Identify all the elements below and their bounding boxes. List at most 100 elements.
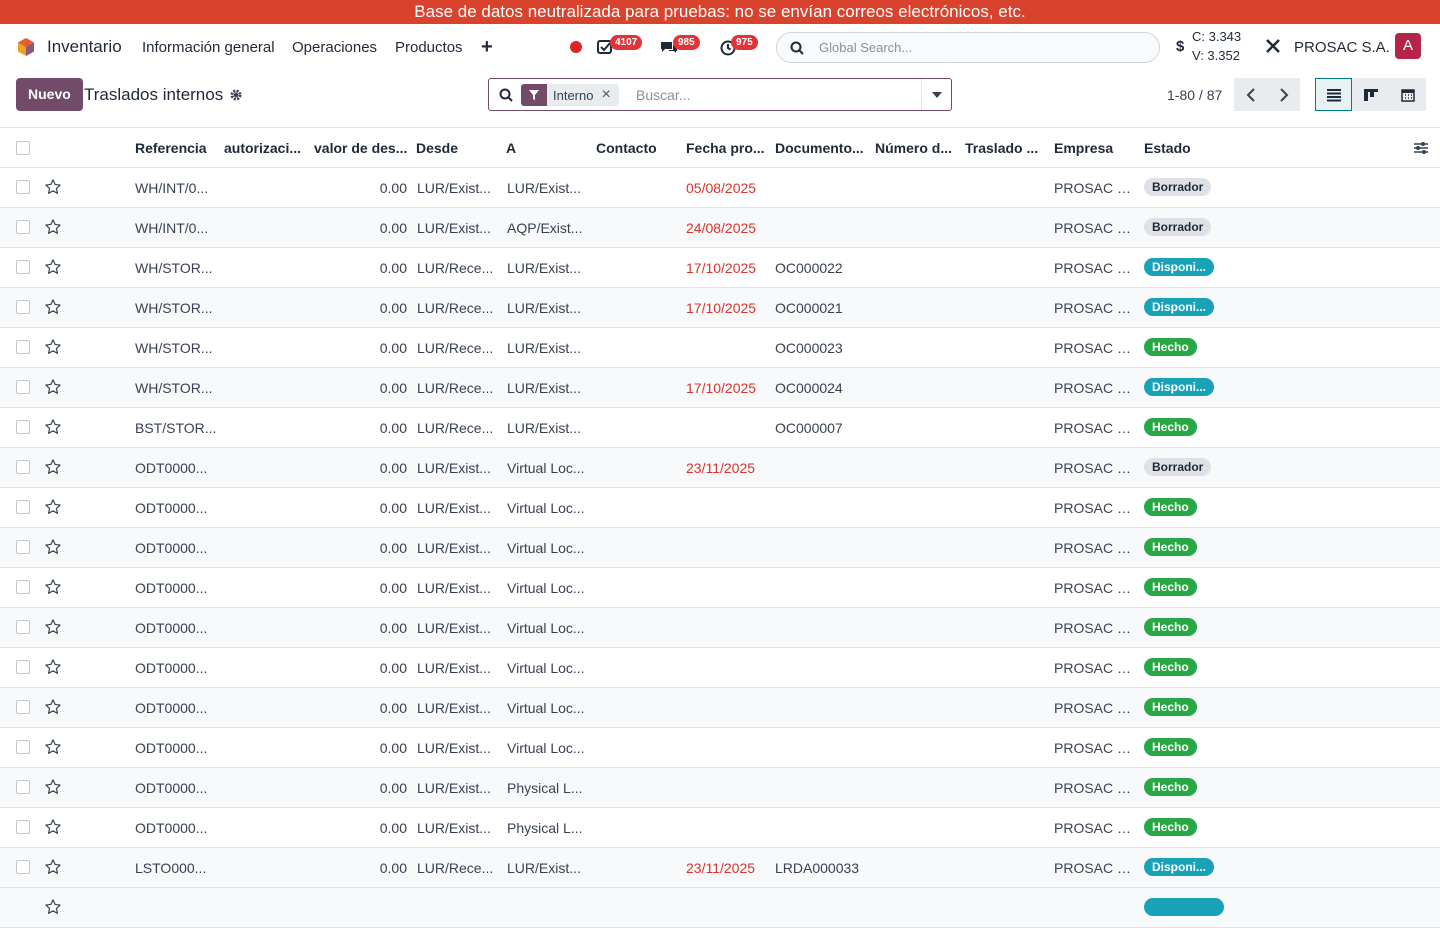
recording-dot-icon[interactable] (570, 41, 582, 53)
column-header[interactable]: Estado (1144, 140, 1228, 156)
table-row[interactable]: LSTO000... 0.00 LUR/Rece... LUR/Exist... 23/… (0, 848, 1440, 888)
row-checkbox[interactable] (16, 180, 30, 194)
cell-reference: WH/INT/0... (135, 220, 209, 236)
inventory-app-icon[interactable] (16, 37, 36, 57)
global-search-input[interactable]: Global Search... (776, 32, 1160, 63)
pager-previous-button[interactable] (1234, 78, 1267, 111)
row-checkbox[interactable] (16, 220, 30, 234)
table-row[interactable]: ODT0000... 0.00 LUR/Exist... Virtual Loc...… (0, 488, 1440, 528)
menu-informacion-general[interactable]: Información general (142, 39, 275, 56)
table-row[interactable]: WH/STOR... 0.00 LUR/Rece... LUR/Exist... 17/… (0, 248, 1440, 288)
star-icon[interactable] (44, 258, 62, 279)
table-row[interactable]: ODT0000... 0.00 LUR/Exist... Physical L... P… (0, 808, 1440, 848)
table-row[interactable]: ODT0000... 0.00 LUR/Exist... Virtual Loc...… (0, 528, 1440, 568)
table-row[interactable]: ODT0000... 0.00 LUR/Exist... Virtual Loc...… (0, 608, 1440, 648)
star-icon[interactable] (44, 778, 62, 799)
search-options-dropdown[interactable] (921, 79, 951, 110)
plus-icon[interactable]: + (481, 36, 493, 59)
row-checkbox[interactable] (16, 620, 30, 634)
star-icon[interactable] (44, 578, 62, 599)
company-switcher[interactable]: PROSAC S.A. (1294, 39, 1390, 56)
column-header[interactable]: Documento... (775, 140, 867, 156)
table-row[interactable]: BST/STOR... 0.00 LUR/Rece... LUR/Exist... OC… (0, 408, 1440, 448)
app-name[interactable]: Inventario (47, 37, 122, 57)
list-view-button[interactable] (1315, 78, 1352, 111)
table-row[interactable]: ODT0000... 0.00 LUR/Exist... Virtual Loc...… (0, 648, 1440, 688)
row-checkbox[interactable] (16, 740, 30, 754)
table-row[interactable]: WH/STOR... 0.00 LUR/Rece... LUR/Exist... 17/… (0, 288, 1440, 328)
star-icon[interactable] (44, 898, 62, 919)
row-checkbox[interactable] (16, 700, 30, 714)
row-checkbox[interactable] (16, 580, 30, 594)
new-button[interactable]: Nuevo (16, 78, 83, 111)
optional-columns-icon[interactable] (1413, 141, 1429, 155)
table-row[interactable] (0, 888, 1440, 928)
column-header[interactable]: valor de des... (314, 140, 408, 156)
star-icon[interactable] (44, 378, 62, 399)
column-header[interactable]: Fecha pro... (686, 140, 770, 156)
row-checkbox[interactable] (16, 380, 30, 394)
row-checkbox[interactable] (16, 340, 30, 354)
star-icon[interactable] (44, 618, 62, 639)
star-icon[interactable] (44, 178, 62, 199)
row-checkbox[interactable] (16, 660, 30, 674)
calendar-view-button[interactable] (1389, 78, 1426, 111)
star-icon[interactable] (44, 658, 62, 679)
table-row[interactable]: ODT0000... 0.00 LUR/Exist... Virtual Loc...… (0, 688, 1440, 728)
table-row[interactable]: ODT0000... 0.00 LUR/Exist... Virtual Loc...… (0, 448, 1440, 488)
tools-icon[interactable] (1264, 37, 1282, 55)
cell-reference: ODT0000... (135, 580, 208, 596)
table-row[interactable]: WH/INT/0... 0.00 LUR/Exist... AQP/Exist... 2… (0, 208, 1440, 248)
row-checkbox[interactable] (16, 540, 30, 554)
column-header[interactable]: A (506, 140, 590, 156)
column-header[interactable]: Traslado ... (965, 140, 1049, 156)
star-icon[interactable] (44, 498, 62, 519)
cell-empresa: PROSAC S... (1054, 700, 1138, 716)
cell-empresa: PROSAC S... (1054, 820, 1138, 836)
star-icon[interactable] (44, 538, 62, 559)
pager-value[interactable]: 1-80 / 87 (1167, 87, 1222, 103)
column-header[interactable]: Empresa (1054, 140, 1138, 156)
star-icon[interactable] (44, 738, 62, 759)
table-row[interactable]: ODT0000... 0.00 LUR/Exist... Physical L... P… (0, 768, 1440, 808)
star-icon[interactable] (44, 418, 62, 439)
column-header[interactable]: Desde (416, 140, 500, 156)
cell-documento: OC000023 (775, 340, 843, 356)
star-icon[interactable] (44, 298, 62, 319)
star-icon[interactable] (44, 338, 62, 359)
chevron-left-icon (1246, 87, 1255, 102)
star-icon[interactable] (44, 458, 62, 479)
search-bar[interactable]: Interno × Buscar... (488, 78, 952, 111)
column-header[interactable]: autorizaci... (224, 140, 304, 156)
row-checkbox[interactable] (16, 300, 30, 314)
remove-facet-icon[interactable]: × (599, 86, 618, 104)
table-row[interactable]: WH/STOR... 0.00 LUR/Rece... LUR/Exist... OC0… (0, 328, 1440, 368)
table-row[interactable]: ODT0000... 0.00 LUR/Exist... Virtual Loc...… (0, 568, 1440, 608)
star-icon[interactable] (44, 818, 62, 839)
column-header[interactable]: Referencia (135, 140, 219, 156)
user-avatar[interactable]: A (1395, 33, 1421, 59)
row-checkbox[interactable] (16, 260, 30, 274)
star-icon[interactable] (44, 698, 62, 719)
row-checkbox[interactable] (16, 860, 30, 874)
cell-desde: LUR/Rece... (417, 300, 494, 316)
select-all-checkbox[interactable] (16, 141, 30, 155)
pager-next-button[interactable] (1267, 78, 1300, 111)
row-checkbox[interactable] (16, 500, 30, 514)
gear-icon[interactable] (229, 88, 243, 102)
star-icon[interactable] (44, 218, 62, 239)
table-row[interactable]: ODT0000... 0.00 LUR/Exist... Virtual Loc...… (0, 728, 1440, 768)
table-row[interactable]: WH/STOR... 0.00 LUR/Rece... LUR/Exist... 17/… (0, 368, 1440, 408)
row-checkbox[interactable] (16, 420, 30, 434)
currency-icon[interactable]: $ (1176, 38, 1184, 55)
menu-productos[interactable]: Productos (395, 39, 463, 56)
kanban-view-button[interactable] (1352, 78, 1389, 111)
table-row[interactable]: WH/INT/0... 0.00 LUR/Exist... LUR/Exist... 0… (0, 168, 1440, 208)
column-header[interactable]: Contacto (596, 140, 680, 156)
row-checkbox[interactable] (16, 780, 30, 794)
star-icon[interactable] (44, 858, 62, 879)
row-checkbox[interactable] (16, 460, 30, 474)
row-checkbox[interactable] (16, 820, 30, 834)
menu-operaciones[interactable]: Operaciones (292, 39, 377, 56)
column-header[interactable]: Número d... (875, 140, 959, 156)
